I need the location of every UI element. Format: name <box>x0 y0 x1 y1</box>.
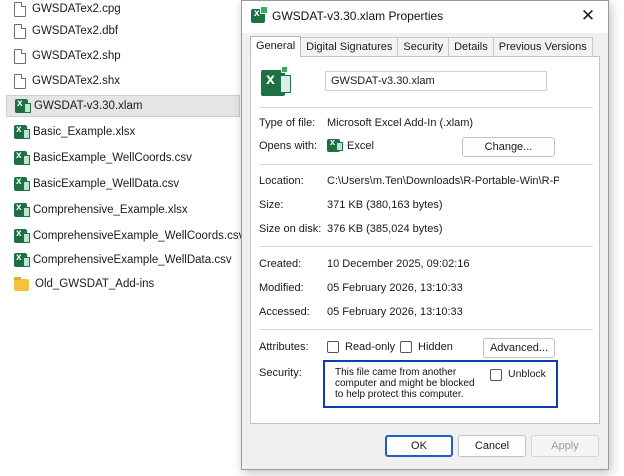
general-panel: GWSDAT-v3.30.xlam Type of file: Microsof… <box>250 56 600 424</box>
opens-with-value: Excel <box>347 140 374 152</box>
excel-file-icon <box>14 176 30 191</box>
readonly-checkbox[interactable] <box>327 341 339 353</box>
excel-file-icon <box>14 228 30 243</box>
file-row[interactable]: GWSDATex2.shp <box>6 45 240 67</box>
file-list: GWSDATex2.cpg GWSDATex2.dbf GWSDATex2.sh… <box>0 0 245 476</box>
file-row[interactable]: Old_GWSDAT_Add-ins <box>6 273 240 295</box>
advanced-button[interactable]: Advanced... <box>483 338 555 358</box>
excel-file-icon <box>14 252 30 267</box>
file-row[interactable]: BasicExample_WellData.csv <box>6 173 240 195</box>
excel-file-icon <box>14 150 30 165</box>
security-label: Security: <box>259 367 302 379</box>
file-name: ComprehensiveExample_WellCoords.csv <box>33 230 245 242</box>
location-label: Location: <box>259 175 304 187</box>
close-icon[interactable]: ✕ <box>578 6 598 26</box>
file-name: GWSDAT-v3.30.xlam <box>34 100 143 112</box>
file-name: GWSDATex2.shx <box>32 75 120 87</box>
file-name-field[interactable]: GWSDAT-v3.30.xlam <box>325 71 547 91</box>
type-label: Type of file: <box>259 117 316 129</box>
properties-dialog: GWSDAT-v3.30.xlam Properties ✕ General D… <box>241 0 609 470</box>
accessed-label: Accessed: <box>259 306 310 318</box>
modified-label: Modified: <box>259 282 304 294</box>
hidden-checkbox[interactable] <box>400 341 412 353</box>
file-row-selected[interactable]: GWSDAT-v3.30.xlam <box>6 95 240 117</box>
size-on-disk-label: Size on disk: <box>259 223 322 235</box>
opens-with-label: Opens with: <box>259 140 318 152</box>
tab-digital-signatures[interactable]: Digital Signatures <box>300 37 399 56</box>
readonly-label: Read-only <box>345 341 396 353</box>
file-name: Basic_Example.xlsx <box>33 126 136 138</box>
ok-button[interactable]: OK <box>385 435 453 457</box>
type-value: Microsoft Excel Add-In (.xlam) <box>327 117 474 129</box>
file-name: GWSDATex2.dbf <box>32 25 119 37</box>
file-name: BasicExample_WellCoords.csv <box>33 152 192 164</box>
tab-details[interactable]: Details <box>448 37 494 56</box>
file-name: Comprehensive_Example.xlsx <box>33 204 188 216</box>
title-bar[interactable]: GWSDAT-v3.30.xlam Properties ✕ <box>242 1 608 33</box>
excel-addin-icon <box>251 6 268 23</box>
excel-file-icon <box>14 124 30 139</box>
dialog-title: GWSDAT-v3.30.xlam Properties <box>272 9 444 23</box>
file-row[interactable]: GWSDATex2.cpg <box>6 0 240 20</box>
file-name: GWSDATex2.shp <box>32 50 121 62</box>
hidden-label: Hidden <box>418 341 453 353</box>
size-on-disk-value: 376 KB (385,024 bytes) <box>327 223 443 235</box>
excel-addin-icon <box>15 98 31 113</box>
file-name: BasicExample_WellData.csv <box>33 178 180 190</box>
created-label: Created: <box>259 258 302 270</box>
attributes-label: Attributes: <box>259 341 309 353</box>
file-row[interactable]: BasicExample_WellCoords.csv <box>6 147 240 169</box>
file-row[interactable]: ComprehensiveExample_WellCoords.csv <box>6 225 244 247</box>
accessed-value: 05 February 2026, 13:10:33 <box>327 306 463 318</box>
tab-general[interactable]: General <box>250 36 302 57</box>
created-value: 10 December 2025, 09:02:16 <box>327 258 470 270</box>
apply-button[interactable]: Apply <box>531 435 599 457</box>
excel-icon <box>327 137 343 152</box>
file-name: GWSDATex2.cpg <box>32 3 121 15</box>
document-icon <box>14 1 26 17</box>
excel-addin-icon <box>261 70 291 96</box>
divider <box>259 329 593 330</box>
tab-previous-versions[interactable]: Previous Versions <box>492 37 593 56</box>
document-icon <box>14 48 26 64</box>
file-name: ComprehensiveExample_WellData.csv <box>33 254 232 266</box>
document-icon <box>14 23 26 39</box>
modified-value: 05 February 2026, 13:10:33 <box>327 282 463 294</box>
unblock-label: Unblock <box>508 368 546 380</box>
document-icon <box>14 73 26 89</box>
tab-security[interactable]: Security <box>397 37 450 56</box>
security-warning-box: This file came from another computer and… <box>323 360 558 408</box>
file-row[interactable]: Comprehensive_Example.xlsx <box>6 199 240 221</box>
excel-file-icon <box>14 202 30 217</box>
tab-strip: General Digital Signatures Security Deta… <box>250 36 593 57</box>
cancel-button[interactable]: Cancel <box>458 435 526 457</box>
divider <box>259 107 593 108</box>
file-row[interactable]: GWSDATex2.shx <box>6 70 240 92</box>
divider <box>259 246 593 247</box>
unblock-checkbox[interactable] <box>490 369 502 381</box>
change-button[interactable]: Change... <box>462 137 555 157</box>
divider <box>259 164 593 165</box>
size-value: 371 KB (380,163 bytes) <box>327 199 443 211</box>
size-label: Size: <box>259 199 284 211</box>
folder-icon <box>14 277 29 291</box>
security-warning-text: This file came from another computer and… <box>335 367 475 400</box>
status-badge <box>281 66 288 73</box>
file-name: Old_GWSDAT_Add-ins <box>35 278 155 290</box>
location-value[interactable]: C:\Users\m.Ten\Downloads\R-Portable-Win\… <box>327 175 559 187</box>
file-row[interactable]: Basic_Example.xlsx <box>6 121 240 143</box>
file-row[interactable]: GWSDATex2.dbf <box>6 20 240 42</box>
file-row[interactable]: ComprehensiveExample_WellData.csv <box>6 249 240 271</box>
